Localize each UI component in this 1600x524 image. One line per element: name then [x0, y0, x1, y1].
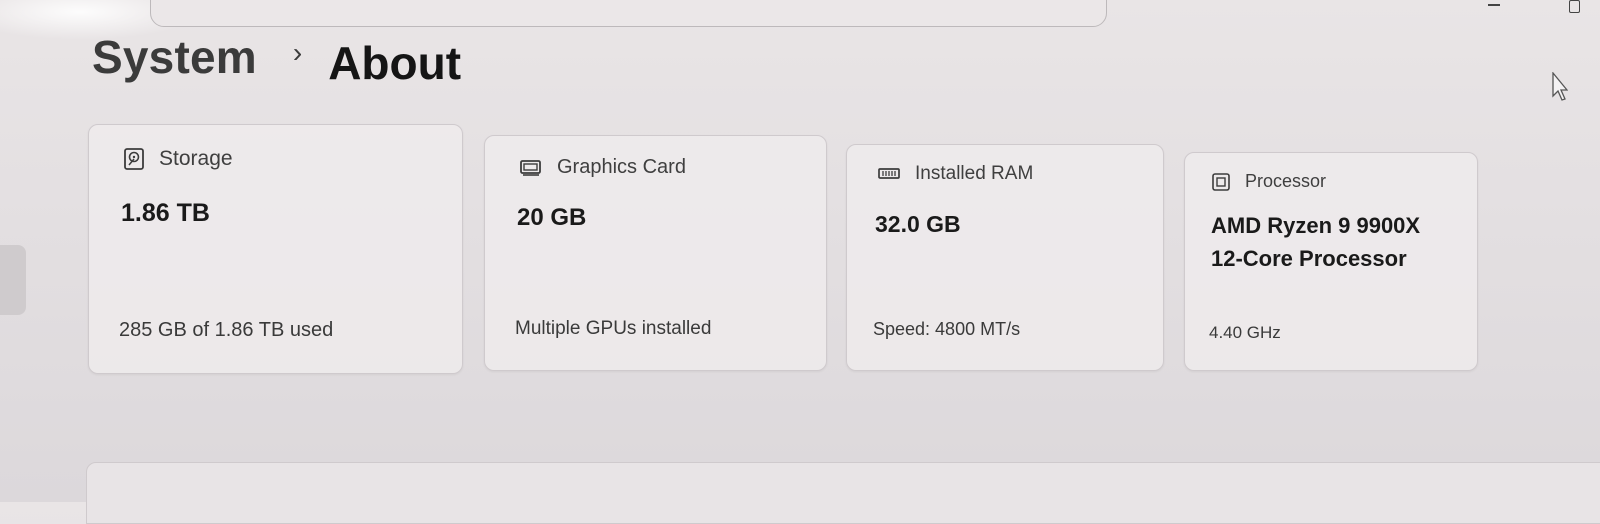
minimize-icon[interactable]: [1480, 0, 1510, 18]
window-controls: [1460, 0, 1600, 20]
graphics-card-value: 20 GB: [517, 204, 587, 231]
storage-label: Storage: [159, 147, 233, 170]
installed-ram-header: Installed RAM: [877, 163, 1033, 185]
processor-value: AMD Ryzen 9 9900X 12-Core Processor: [1211, 209, 1461, 275]
gpu-icon: [519, 158, 543, 178]
processor-header: Processor: [1211, 171, 1326, 192]
page-title: About: [328, 37, 462, 89]
processor-detail: 4.40 GHz: [1209, 323, 1281, 342]
graphics-card-header: Graphics Card: [519, 156, 686, 179]
nav-pane-edge: [0, 245, 26, 315]
storage-detail: 285 GB of 1.86 TB used: [119, 319, 334, 341]
installed-ram-card[interactable]: Installed RAM 32.0 GB Speed: 4800 MT/s: [846, 144, 1164, 371]
installed-ram-detail: Speed: 4800 MT/s: [873, 319, 1021, 339]
memory-icon: [877, 166, 901, 182]
breadcrumb-system[interactable]: System: [92, 30, 257, 84]
processor-icon: [1211, 172, 1231, 192]
device-specifications-panel[interactable]: [86, 462, 1600, 524]
installed-ram-value: 32.0 GB: [875, 211, 961, 237]
processor-card[interactable]: Processor AMD Ryzen 9 9900X 12-Core Proc…: [1184, 152, 1478, 371]
chevron-right-icon: ›: [292, 37, 303, 68]
search-box[interactable]: [150, 0, 1107, 27]
processor-value-line2: 12-Core Processor: [1211, 246, 1407, 271]
graphics-card-card[interactable]: Graphics Card 20 GB Multiple GPUs instal…: [484, 135, 827, 371]
maximize-icon[interactable]: [1560, 0, 1590, 16]
graphics-card-label: Graphics Card: [557, 156, 686, 178]
graphics-card-detail: Multiple GPUs installed: [515, 318, 712, 339]
storage-value: 1.86 TB: [121, 199, 210, 227]
processor-value-line1: AMD Ryzen 9 9900X: [1211, 213, 1421, 238]
storage-card-header: Storage: [123, 147, 233, 171]
mouse-cursor-icon: [1552, 71, 1569, 107]
breadcrumb: System › About: [92, 30, 461, 89]
processor-label: Processor: [1245, 171, 1327, 191]
hard-drive-icon: [123, 147, 145, 171]
storage-card[interactable]: Storage 1.86 TB 285 GB of 1.86 TB used: [88, 124, 463, 374]
installed-ram-label: Installed RAM: [915, 163, 1034, 184]
